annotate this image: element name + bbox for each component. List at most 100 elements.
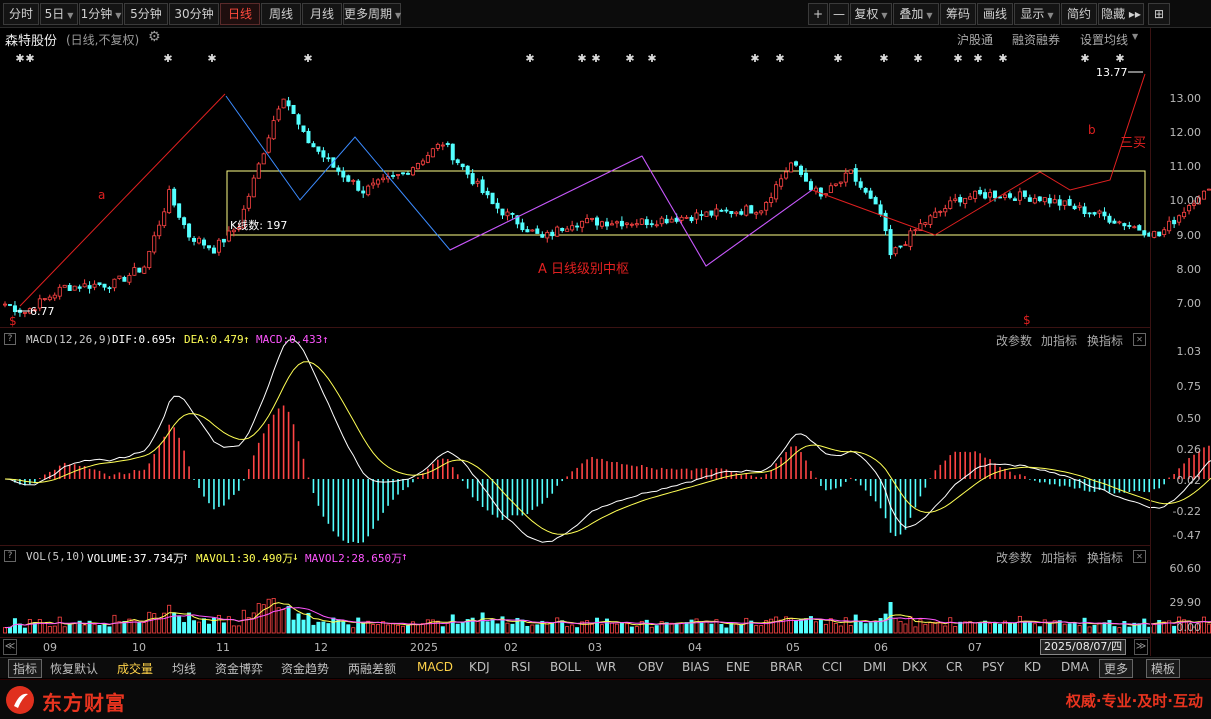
- scroll-left-icon[interactable]: ≪: [3, 639, 17, 655]
- volume-bar: [510, 623, 515, 634]
- edit-params-link[interactable]: 改参数: [996, 549, 1032, 566]
- volume-bar: [107, 626, 112, 634]
- tab-12[interactable]: OBV: [638, 660, 664, 674]
- candle-body: [201, 239, 206, 246]
- volume-bar: [221, 622, 226, 634]
- help-icon[interactable]: ?: [4, 333, 16, 345]
- signal-marker: ✱: [525, 52, 534, 65]
- candle-body: [211, 247, 216, 254]
- volume-bar: [1206, 623, 1211, 634]
- candle-body: [948, 200, 953, 209]
- tab-17[interactable]: DMI: [863, 660, 886, 674]
- tab-15[interactable]: BRAR: [770, 660, 803, 674]
- edit-params-link[interactable]: 改参数: [996, 332, 1032, 349]
- candle-body: [490, 192, 495, 205]
- candle-body: [674, 217, 679, 222]
- candle-body: [1047, 197, 1052, 204]
- vol-name[interactable]: VOL(5,10): [26, 550, 86, 563]
- chart-canvas[interactable]: ✱ ✱ ✱ ✱ ✱ ✱ ✱ ✱ ✱ ✱ ✱ ✱ ✱ ✱ ✱ ✱ ✱ ✱ ✱ ✱ab三买K线数: 197A 日线级别中枢…: [0, 0, 1211, 719]
- candle-body: [1022, 190, 1027, 197]
- tab-18[interactable]: DKX: [902, 660, 927, 674]
- candle-body: [261, 153, 266, 165]
- candle-body: [286, 100, 291, 107]
- candle-body: [803, 172, 808, 182]
- tab-19[interactable]: CR: [946, 660, 963, 674]
- tab-9[interactable]: RSI: [511, 660, 531, 674]
- tab-4[interactable]: 资金博弈: [215, 660, 263, 677]
- tab-0[interactable]: 指标: [8, 659, 43, 678]
- volume-bar: [813, 621, 818, 634]
- vol-tick: 60.60: [1169, 562, 1202, 575]
- volume-bar: [167, 604, 172, 634]
- tab-22[interactable]: DMA: [1061, 660, 1089, 674]
- candle-body: [187, 223, 192, 238]
- tab-2[interactable]: 成交量: [117, 660, 153, 677]
- volume-value: VOLUME:37.734万: [87, 552, 185, 565]
- signal-marker: ✱: [25, 52, 34, 65]
- volume-bar: [1082, 617, 1087, 634]
- tab-20[interactable]: PSY: [982, 660, 1004, 674]
- candle-body: [913, 229, 918, 232]
- tab-3[interactable]: 均线: [172, 660, 196, 677]
- tab-23[interactable]: 更多: [1099, 659, 1134, 678]
- macd-tick: 0.75: [1176, 380, 1202, 393]
- candle-body: [415, 163, 420, 170]
- candle-body: [1206, 188, 1211, 191]
- volume-bar: [231, 625, 236, 634]
- volume-bar: [1077, 625, 1082, 634]
- volume-bar: [480, 612, 485, 634]
- volume-bar: [187, 612, 192, 634]
- candle-body: [600, 221, 605, 227]
- volume-bar: [978, 622, 983, 634]
- candle-body: [858, 181, 863, 188]
- candle-body: [102, 283, 107, 288]
- tab-14[interactable]: ENE: [726, 660, 750, 674]
- tab-6[interactable]: 两融差额: [348, 660, 396, 677]
- tab-13[interactable]: BIAS: [682, 660, 710, 674]
- candle-body: [410, 167, 415, 176]
- switch-indicator-link[interactable]: 换指标: [1087, 332, 1123, 349]
- help-icon[interactable]: ?: [4, 550, 16, 562]
- dea-value: DEA:0.479: [184, 333, 244, 346]
- tab-5[interactable]: 资金趋势: [281, 660, 329, 677]
- tab-7[interactable]: MACD: [417, 660, 453, 674]
- volume-bar: [654, 625, 659, 634]
- price-tick: 10.00: [1169, 194, 1202, 207]
- volume-bar: [396, 624, 401, 634]
- tab-21[interactable]: KD: [1024, 660, 1041, 674]
- tab-11[interactable]: WR: [596, 660, 616, 674]
- volume-bar: [27, 619, 32, 634]
- add-indicator-link[interactable]: 加指标: [1041, 549, 1077, 566]
- add-indicator-link[interactable]: 加指标: [1041, 332, 1077, 349]
- scroll-right-icon[interactable]: ≫: [1134, 639, 1148, 655]
- candle-body: [147, 250, 152, 269]
- candle-body: [391, 175, 396, 177]
- tab-24[interactable]: 模板: [1146, 659, 1181, 678]
- candle-body: [152, 235, 157, 253]
- tab-1[interactable]: 恢复默认: [50, 660, 98, 677]
- volume-bar: [595, 617, 600, 634]
- candle-body: [1042, 197, 1047, 203]
- axis-divider: [1150, 28, 1151, 656]
- volume-bar: [550, 622, 555, 634]
- volume-bar: [1072, 622, 1077, 634]
- tab-10[interactable]: BOLL: [550, 660, 581, 674]
- price-tick: 8.00: [1176, 263, 1202, 276]
- tab-8[interactable]: KDJ: [469, 660, 490, 674]
- tab-16[interactable]: CCI: [822, 660, 842, 674]
- switch-indicator-link[interactable]: 换指标: [1087, 549, 1123, 566]
- close-icon[interactable]: ✕: [1133, 333, 1146, 346]
- close-icon[interactable]: ✕: [1133, 550, 1146, 563]
- volume-bar: [903, 623, 908, 634]
- volume-bar: [415, 624, 420, 634]
- date-tick: 07: [968, 641, 982, 654]
- candle-body: [759, 210, 764, 214]
- candle-body: [779, 178, 784, 187]
- candle-body: [405, 172, 410, 175]
- macd-name[interactable]: MACD(12,26,9): [26, 333, 112, 346]
- candle-body: [729, 210, 734, 215]
- volume-bar: [286, 605, 291, 634]
- candle-body: [714, 208, 719, 217]
- candle-body: [396, 174, 401, 176]
- candle-body: [77, 286, 82, 289]
